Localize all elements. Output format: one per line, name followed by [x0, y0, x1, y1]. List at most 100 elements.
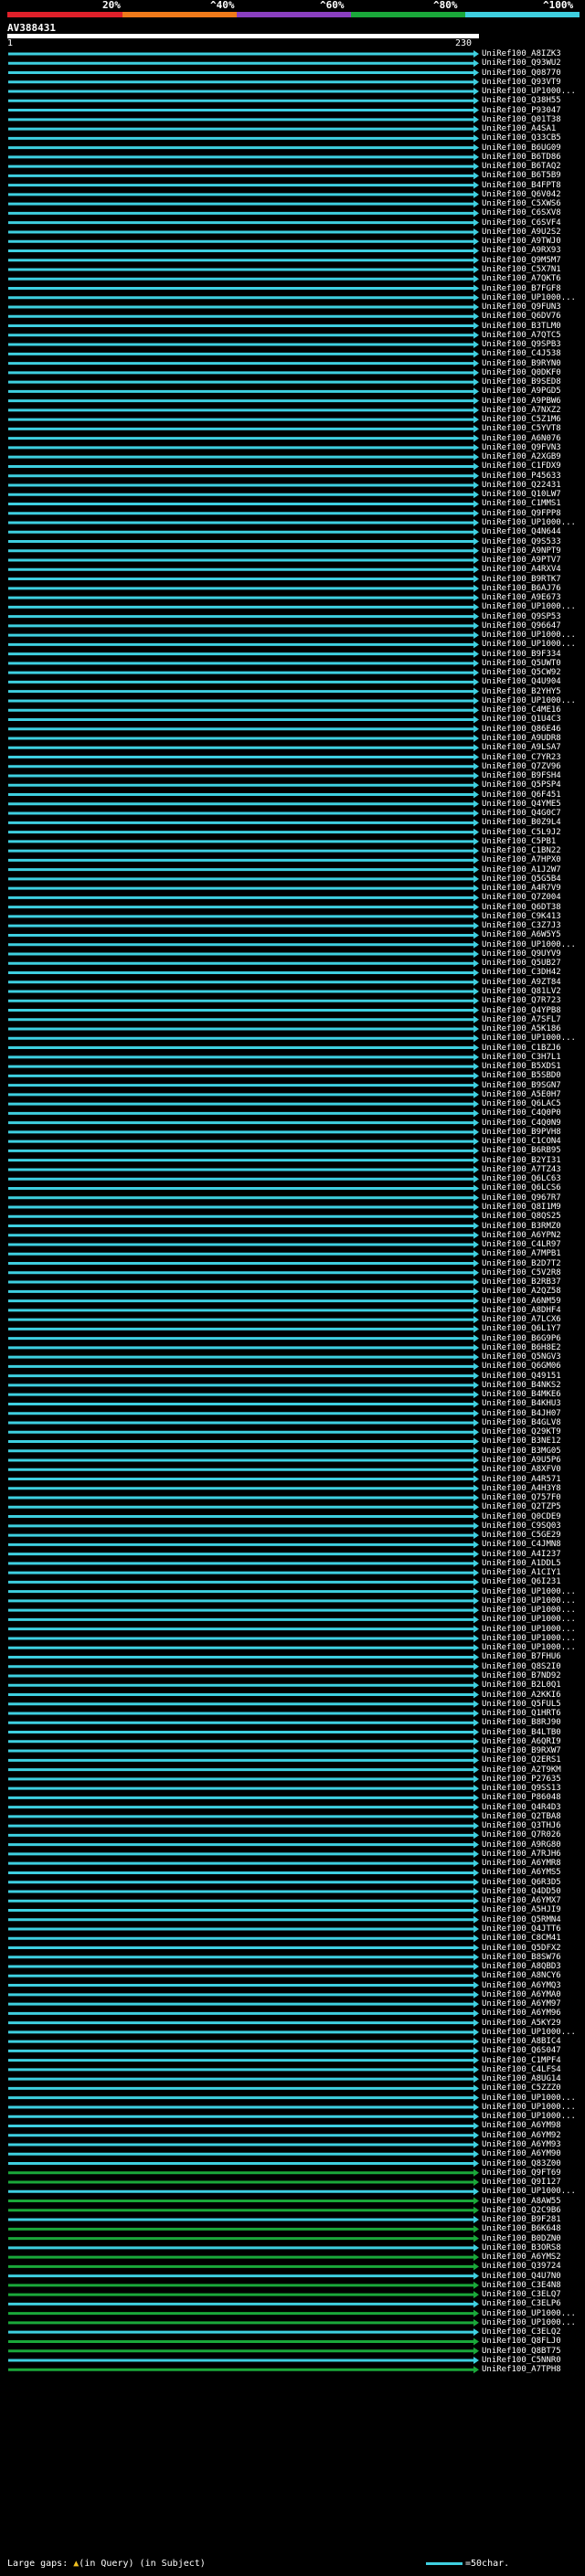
hit-label[interactable]: UniRef100_Q6L1Y7 — [482, 1324, 561, 1333]
hit-label[interactable]: UniRef100_A6YMA0 — [482, 1990, 561, 1999]
hit-label[interactable]: UniRef100_B6UG09 — [482, 143, 561, 153]
hit-label[interactable]: UniRef100_UP1000... — [482, 87, 576, 96]
hit-label[interactable]: UniRef100_A7MPB1 — [482, 1249, 561, 1258]
hit-label[interactable]: UniRef100_Q5UB27 — [482, 959, 561, 968]
hit-label[interactable]: UniRef100_A9RG80 — [482, 1840, 561, 1850]
hit-label[interactable]: UniRef100_UP1000... — [482, 696, 576, 705]
hit-label[interactable]: UniRef100_UP1000... — [482, 2309, 576, 2318]
hit-label[interactable]: UniRef100_Q29KT9 — [482, 1427, 561, 1436]
hit-label[interactable]: UniRef100_Q5CW92 — [482, 668, 561, 677]
hit-label[interactable]: UniRef100_Q22431 — [482, 481, 561, 490]
hit-label[interactable]: UniRef100_C3ELQ2 — [482, 2327, 561, 2337]
hit-label[interactable]: UniRef100_Q33CB5 — [482, 133, 561, 143]
hit-label[interactable]: UniRef100_C8CM41 — [482, 1934, 561, 1943]
hit-label[interactable]: UniRef100_Q4U7N0 — [482, 2272, 561, 2281]
hit-label[interactable]: UniRef100_Q9SPB3 — [482, 340, 561, 349]
hit-label[interactable]: UniRef100_Q7R026 — [482, 1830, 561, 1839]
hit-label[interactable]: UniRef100_B6TAQ2 — [482, 162, 561, 171]
hit-label[interactable]: UniRef100_C4J538 — [482, 349, 561, 358]
hit-label[interactable]: UniRef100_UP1000... — [482, 1643, 576, 1652]
hit-label[interactable]: UniRef100_A8UG14 — [482, 2074, 561, 2083]
hit-label[interactable]: UniRef100_Q49151 — [482, 1372, 561, 1381]
hit-label[interactable]: UniRef100_B4FPT8 — [482, 181, 561, 190]
hit-label[interactable]: UniRef100_C3E4N8 — [482, 2281, 561, 2290]
hit-label[interactable]: UniRef100_Q9FVN3 — [482, 443, 561, 452]
hit-label[interactable]: UniRef100_C5PB1 — [482, 837, 556, 846]
hit-label[interactable]: UniRef100_C5V2R8 — [482, 1268, 561, 1277]
hit-label[interactable]: UniRef100_Q4YME5 — [482, 800, 561, 809]
hit-label[interactable]: UniRef100_Q6DV76 — [482, 312, 561, 321]
hit-label[interactable]: UniRef100_Q10LW7 — [482, 490, 561, 499]
hit-label[interactable]: UniRef100_C4JMN8 — [482, 1540, 561, 1549]
hit-label[interactable]: UniRef100_UP1000... — [482, 1587, 576, 1596]
hit-label[interactable]: UniRef100_Q9FUN3 — [482, 302, 561, 312]
hit-label[interactable]: UniRef100_A4RXV4 — [482, 565, 561, 574]
hit-label[interactable]: UniRef100_Q01T38 — [482, 115, 561, 124]
hit-label[interactable]: UniRef100_C3ELP6 — [482, 2299, 561, 2308]
hit-label[interactable]: UniRef100_A9ZT84 — [482, 978, 561, 987]
hit-label[interactable]: UniRef100_Q39724 — [482, 2262, 561, 2271]
hit-label[interactable]: UniRef100_B6AJ76 — [482, 584, 561, 593]
hit-label[interactable]: UniRef100_A5K186 — [482, 1024, 561, 1034]
hit-label[interactable]: UniRef100_A8NCY6 — [482, 1971, 561, 1980]
hit-label[interactable]: UniRef100_UP1000... — [482, 640, 576, 649]
hit-label[interactable]: UniRef100_UP1000... — [482, 2318, 576, 2327]
hit-label[interactable]: UniRef100_A1J2W7 — [482, 865, 561, 875]
hit-label[interactable]: UniRef100_B3TLM0 — [482, 322, 561, 331]
hit-label[interactable]: UniRef100_UP1000... — [482, 2103, 576, 2112]
hit-label[interactable]: UniRef100_A6YPN2 — [482, 1231, 561, 1240]
hit-label[interactable]: UniRef100_B0Z9L4 — [482, 818, 561, 827]
hit-label[interactable]: UniRef100_A6YM92 — [482, 2131, 561, 2140]
hit-label[interactable]: UniRef100_B9FSH4 — [482, 771, 561, 780]
hit-label[interactable]: UniRef100_UP1000... — [482, 2112, 576, 2121]
hit-label[interactable]: UniRef100_Q2TZP5 — [482, 1502, 561, 1511]
hit-label[interactable]: UniRef100_C3Z7J3 — [482, 921, 561, 930]
hit-label[interactable]: UniRef100_B2D7T2 — [482, 1259, 561, 1268]
hit-label[interactable]: UniRef100_A7QTC5 — [482, 331, 561, 340]
hit-label[interactable]: UniRef100_Q4JTT6 — [482, 1924, 561, 1934]
hit-label[interactable]: UniRef100_A9U2S2 — [482, 228, 561, 237]
hit-label[interactable]: UniRef100_Q3THJ6 — [482, 1821, 561, 1830]
hit-label[interactable]: UniRef100_B3RMZ0 — [482, 1222, 561, 1231]
hit-label[interactable]: UniRef100_Q4U904 — [482, 677, 561, 686]
hit-label[interactable]: UniRef100_C3DH42 — [482, 968, 561, 977]
hit-label[interactable]: UniRef100_Q7ZV96 — [482, 762, 561, 771]
hit-label[interactable]: UniRef100_Q8I1M9 — [482, 1203, 561, 1212]
hit-label[interactable]: UniRef100_C1FDX9 — [482, 461, 561, 471]
hit-label[interactable]: UniRef100_A9RX93 — [482, 246, 561, 255]
hit-label[interactable]: UniRef100_Q1U4C3 — [482, 715, 561, 724]
hit-label[interactable]: UniRef100_B6RB95 — [482, 1146, 561, 1155]
hit-label[interactable]: UniRef100_Q5UWT0 — [482, 659, 561, 668]
hit-label[interactable]: UniRef100_Q9UYV9 — [482, 949, 561, 959]
hit-label[interactable]: UniRef100_A9LSA7 — [482, 743, 561, 752]
hit-label[interactable]: UniRef100_B2YI31 — [482, 1156, 561, 1165]
hit-label[interactable]: UniRef100_A8AW55 — [482, 2197, 561, 2206]
hit-label[interactable]: UniRef100_Q6R3D5 — [482, 1878, 561, 1887]
hit-label[interactable]: UniRef100_Q5FUL5 — [482, 1700, 561, 1709]
hit-label[interactable]: UniRef100_Q83Z00 — [482, 2159, 561, 2168]
hit-label[interactable]: UniRef100_Q5NGV3 — [482, 1352, 561, 1362]
hit-label[interactable]: UniRef100_A9PTV7 — [482, 556, 561, 565]
hit-label[interactable]: UniRef100_Q9FPP8 — [482, 509, 561, 518]
hit-label[interactable]: UniRef100_Q967R7 — [482, 1193, 561, 1203]
hit-label[interactable]: UniRef100_A7QKT6 — [482, 274, 561, 283]
hit-label[interactable]: UniRef100_A1DDL5 — [482, 1559, 561, 1568]
hit-label[interactable]: UniRef100_B2YHY5 — [482, 687, 561, 696]
hit-label[interactable]: UniRef100_Q4R4D3 — [482, 1803, 561, 1812]
hit-label[interactable]: UniRef100_C5YVT8 — [482, 424, 561, 433]
hit-label[interactable]: UniRef100_A8QBD3 — [482, 1962, 561, 1971]
hit-label[interactable]: UniRef100_B4LTB0 — [482, 1728, 561, 1737]
hit-label[interactable]: UniRef100_Q6F451 — [482, 790, 561, 800]
hit-label[interactable]: UniRef100_A1CIY1 — [482, 1568, 561, 1577]
hit-label[interactable]: UniRef100_Q8FLJ0 — [482, 2337, 561, 2346]
hit-label[interactable]: UniRef100_Q757F0 — [482, 1493, 561, 1502]
hit-label[interactable]: UniRef100_A6N076 — [482, 434, 561, 443]
hit-label[interactable]: UniRef100_Q2C9B6 — [482, 2206, 561, 2215]
hit-label[interactable]: UniRef100_A7RJH6 — [482, 1850, 561, 1859]
hit-label[interactable]: UniRef100_Q6GM06 — [482, 1362, 561, 1371]
hit-label[interactable]: UniRef100_Q9I127 — [482, 2178, 561, 2187]
hit-label[interactable]: UniRef100_C1MPF4 — [482, 2056, 561, 2065]
hit-label[interactable]: UniRef100_Q5PSP4 — [482, 780, 561, 790]
hit-label[interactable]: UniRef100_UP1000... — [482, 2187, 576, 2196]
hit-label[interactable]: UniRef100_B7ND92 — [482, 1671, 561, 1680]
